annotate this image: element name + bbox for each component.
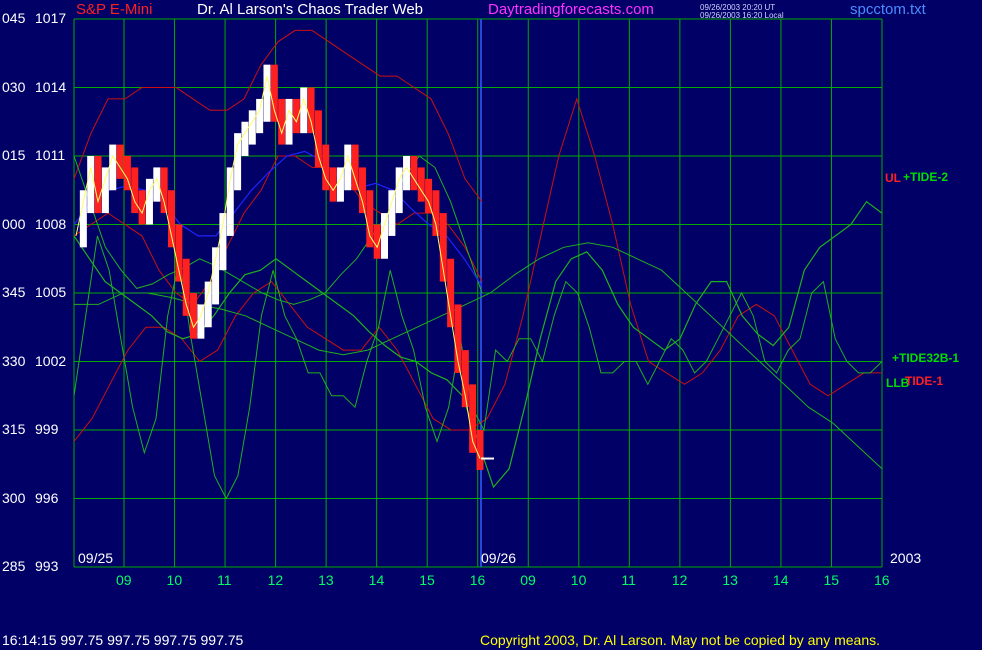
- price-bar: [344, 144, 352, 191]
- y-tick-time: 030: [2, 78, 26, 95]
- x-tick-label: 16: [874, 572, 890, 588]
- y-tick-price: 1008: [35, 215, 67, 232]
- price-bar: [160, 167, 168, 214]
- x-tick-label: 11: [621, 572, 636, 588]
- author-title: Dr. Al Larson's Chaos Trader Web: [197, 1, 424, 18]
- x-tick-label: 09: [116, 572, 132, 588]
- y-tick-price: 1005: [35, 284, 67, 300]
- price-bar: [388, 190, 396, 236]
- legend-ul: UL: [885, 171, 901, 185]
- price-bar: [358, 167, 366, 214]
- x-tick-label: 13: [722, 572, 738, 588]
- y-tick-time: 345: [2, 284, 26, 300]
- price-bar: [300, 87, 308, 134]
- price-bar: [101, 167, 109, 214]
- price-bar: [314, 110, 322, 168]
- y-tick-price: 999: [35, 421, 59, 437]
- x-tick-label: 10: [166, 572, 183, 588]
- quote-readout: 16:14:15 997.75 997.75 997.75 997.75: [2, 632, 244, 648]
- price-bar: [263, 64, 271, 122]
- price-bar: [381, 213, 389, 259]
- copyright-notice: Copyright 2003, Dr. Al Larson. May not b…: [480, 632, 881, 648]
- y-tick-price: 1011: [35, 147, 66, 163]
- price-average-line: [75, 75, 481, 459]
- price-bar: [79, 190, 87, 248]
- x-tick-label: 12: [671, 572, 688, 588]
- y-tick-time: 300: [2, 489, 26, 506]
- price-bar: [366, 190, 374, 248]
- y-tick-price: 1014: [35, 78, 67, 95]
- date-label-2: 09/26: [481, 550, 517, 566]
- instrument-title: S&P E-Mini: [76, 1, 153, 18]
- site-link[interactable]: Daytradingforecasts.com: [488, 1, 654, 18]
- legend-tide32b-1: +TIDE32B-1: [892, 351, 960, 365]
- price-bar: [87, 156, 95, 214]
- price-bar: [285, 98, 293, 145]
- x-tick-label: 11: [217, 572, 232, 588]
- price-bar: [153, 167, 161, 202]
- price-bar: [329, 167, 337, 202]
- price-bar: [94, 156, 102, 214]
- year-label: 2003: [890, 550, 922, 566]
- data-filename: spcctom.txt: [850, 1, 926, 18]
- x-tick-label: 13: [318, 572, 334, 588]
- price-bar: [410, 156, 418, 191]
- y-tick-time: 315: [2, 421, 26, 437]
- price-bar: [116, 144, 124, 179]
- price-bar: [417, 167, 425, 202]
- price-bar: [182, 258, 190, 316]
- price-bar: [307, 87, 315, 134]
- y-tick-price: 1017: [35, 10, 67, 26]
- x-tick-label: 14: [772, 572, 789, 588]
- price-bar: [212, 247, 220, 305]
- date-label-1: 09/25: [78, 550, 114, 566]
- y-tick-price: 996: [35, 489, 59, 506]
- legend-tide-2: +TIDE-2: [903, 170, 949, 184]
- price-bar: [403, 156, 411, 191]
- x-tick-label: 16: [469, 572, 486, 588]
- price-bar: [175, 224, 183, 282]
- price-bar: [248, 110, 256, 145]
- x-tick-label: 12: [267, 572, 284, 588]
- x-tick-label: 09: [520, 572, 536, 588]
- y-tick-time: 285: [2, 558, 26, 574]
- price-bar: [204, 281, 212, 328]
- price-bar: [109, 144, 117, 191]
- x-tick-label: 15: [823, 572, 840, 588]
- price-bar: [241, 121, 249, 156]
- y-tick-time: 330: [2, 352, 26, 369]
- x-tick-label: 14: [368, 572, 385, 588]
- y-tick-time: 000: [2, 215, 26, 232]
- price-bar: [373, 224, 381, 259]
- price-bar: [138, 190, 146, 225]
- price-bar: [292, 98, 300, 134]
- price-bar: [278, 98, 286, 145]
- y-tick-price: 1002: [35, 352, 67, 369]
- y-tick-time: 045: [2, 10, 26, 26]
- price-bar: [432, 190, 440, 236]
- y-tick-price: 993: [35, 558, 59, 574]
- price-bar: [476, 430, 484, 470]
- price-bar: [234, 133, 242, 191]
- price-bar: [167, 190, 175, 248]
- y-tick-time: 015: [2, 147, 26, 163]
- price-bar: [256, 98, 264, 134]
- legend-tide-1: TIDE-1: [905, 374, 944, 388]
- price-bar: [351, 144, 359, 191]
- x-tick-label: 10: [570, 572, 587, 588]
- price-bar: [270, 64, 278, 122]
- timestamp-local: 09/26/2003 16:20 Local: [700, 11, 784, 20]
- x-tick-label: 15: [419, 572, 435, 588]
- price-bar: [190, 293, 198, 339]
